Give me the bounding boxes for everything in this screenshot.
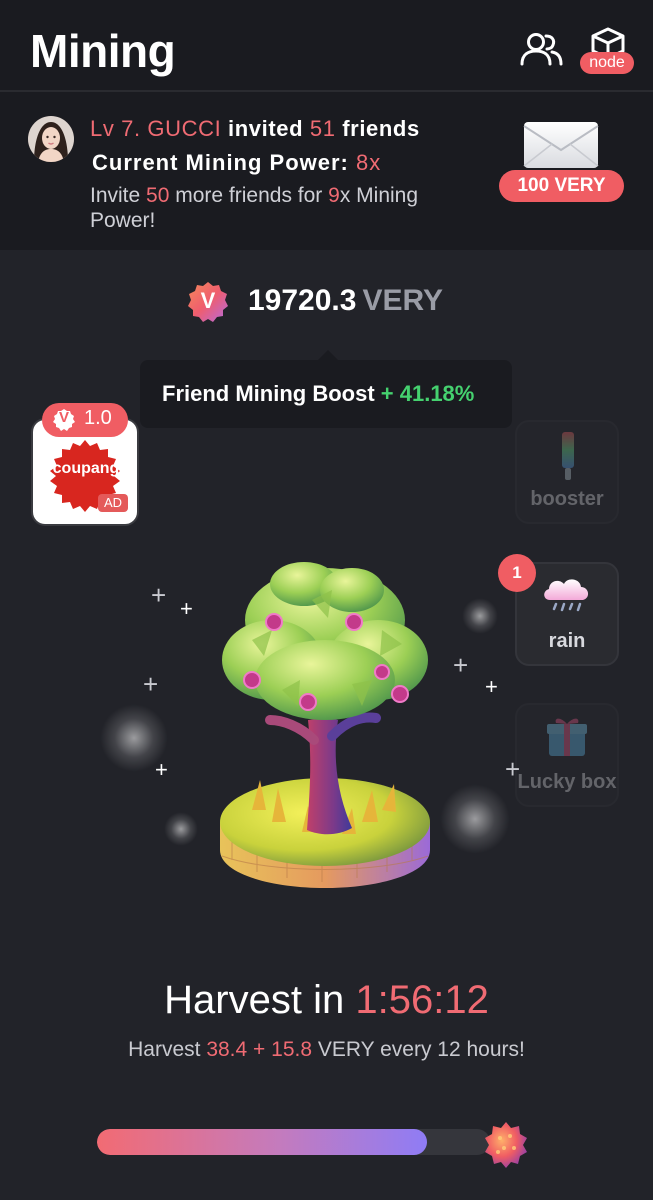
balance-amount: 19720.3 [248, 284, 357, 317]
very-coin-letter: V [200, 288, 216, 313]
harvest-countdown: Harvest in 1:56:12 [0, 978, 653, 1023]
coupang-brand: coupang [52, 460, 120, 477]
page-title: Mining [30, 25, 176, 77]
tooltip-arrow [318, 350, 338, 360]
harvest-bonus: 15.8 [271, 1038, 313, 1061]
gift-box-icon [546, 714, 588, 763]
rain-cloud-icon [540, 574, 594, 619]
user-level: Lv 7. [90, 116, 141, 141]
invite-reward-badge[interactable]: 100 VERY [499, 170, 624, 202]
harvest-timer: 1:56:12 [355, 978, 489, 1022]
boost-text: Friend Mining Boost + 41.18% [162, 381, 474, 407]
mining-power-value: 8x [356, 150, 382, 175]
mining-power-line: Current Mining Power: 8x [92, 150, 381, 176]
sparkle-icon: + [151, 580, 167, 610]
harvest-sub-suffix: VERY every 12 hours! [317, 1038, 525, 1061]
boost-value: + 41.18% [380, 381, 475, 406]
harvest-rate: Harvest 38.4 + 15.8 VERY every 12 hours! [0, 1038, 653, 1062]
node-badge: node [580, 52, 634, 74]
ad-reward-value: 1.0 [84, 407, 112, 429]
sparkle-icon: + [453, 650, 469, 680]
sparkle-icon: + [485, 674, 498, 699]
user-avatar[interactable] [28, 116, 74, 162]
rain-count-badge: 1 [498, 554, 536, 592]
mining-tree-image[interactable] [212, 560, 438, 890]
sparkle-icon: + [180, 596, 193, 621]
ad-coin-letter: V [58, 409, 69, 426]
invite-target: 9 [328, 184, 340, 207]
invite-mid: more friends for [175, 184, 323, 207]
invite-more-count: 50 [146, 184, 170, 207]
node-button[interactable]: node [580, 26, 636, 76]
sparkle-icon: + [143, 669, 159, 699]
avatar-image [28, 116, 74, 162]
ad-tag: AD [98, 494, 128, 512]
light-orb [100, 704, 168, 772]
mining-power-label: Current Mining Power: [92, 150, 349, 175]
sparkle-icon: + [505, 754, 521, 784]
lucky-box-label: Lucky box [517, 771, 617, 793]
booster-label: booster [530, 488, 604, 510]
user-name: GUCCI [147, 116, 222, 141]
harvest-progress-bar [97, 1129, 490, 1155]
invite-envelope-button[interactable] [522, 118, 600, 170]
friends-word: friends [342, 116, 420, 141]
light-orb [164, 812, 198, 846]
balance-unit: VERY [362, 284, 444, 317]
invite-prefix: Invite [90, 184, 141, 207]
rain-label: rain [548, 630, 586, 652]
light-orb [440, 784, 510, 854]
light-orb [462, 598, 498, 634]
booster-icon [560, 432, 576, 487]
invite-summary: Lv 7. GUCCI invited 51 friends [90, 116, 420, 142]
harvest-label: Harvest in [164, 978, 345, 1022]
very-balance: 19720.3 VERY [248, 284, 443, 318]
envelope-icon [523, 122, 599, 168]
invite-hint: Invite 50 more friends for 9x Mining Pow… [90, 183, 470, 233]
friends-icon [520, 33, 563, 66]
boost-label: Friend Mining Boost [162, 381, 375, 406]
invited-text: invited [228, 116, 304, 141]
harvest-base: 38.4 [206, 1038, 248, 1061]
harvest-plus: + [253, 1038, 266, 1061]
berry-icon [480, 1118, 532, 1170]
harvest-sub-prefix: Harvest [128, 1038, 201, 1061]
harvest-progress-fill [97, 1129, 428, 1155]
friend-count: 51 [309, 116, 336, 141]
friends-button[interactable] [518, 30, 566, 70]
